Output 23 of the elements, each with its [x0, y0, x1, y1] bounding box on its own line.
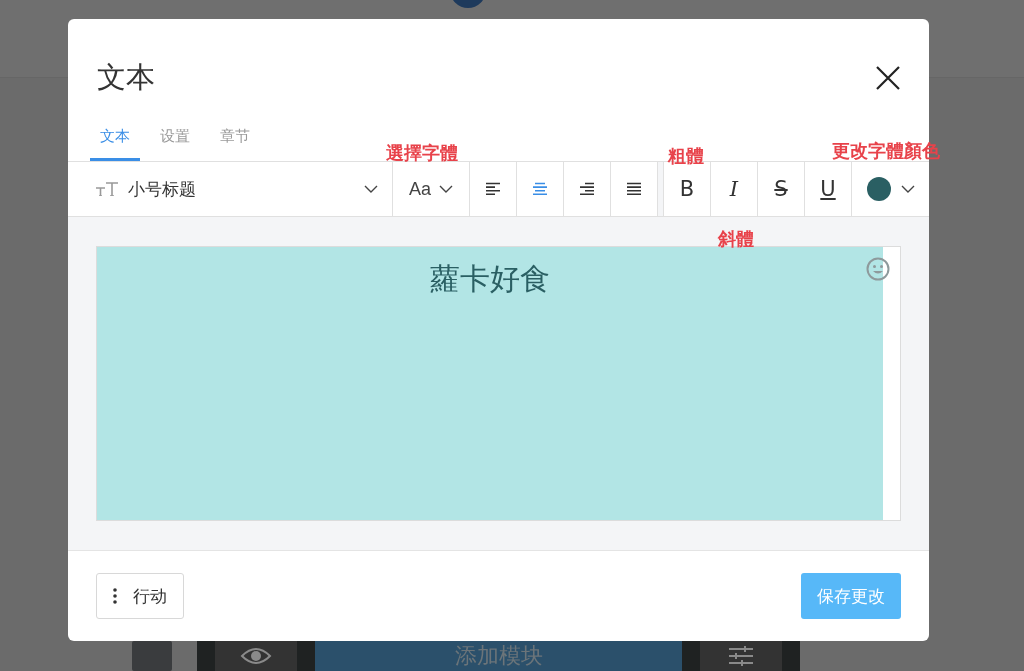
- chevron-down-icon: [900, 185, 915, 193]
- actions-button[interactable]: 行动: [96, 573, 184, 619]
- align-left-icon: [485, 182, 501, 196]
- heading-text: 蘿卡好食: [430, 261, 550, 297]
- align-center-icon: [532, 182, 548, 196]
- align-right-icon: [579, 182, 595, 196]
- preview-button[interactable]: [215, 641, 297, 671]
- annotation-label: 選擇字體: [386, 142, 458, 165]
- more-vertical-icon: [113, 588, 117, 604]
- tab[interactable]: 文本: [90, 123, 140, 161]
- align-justify-icon: [626, 182, 642, 196]
- text-size-icon: [96, 182, 118, 196]
- settings-button[interactable]: [700, 641, 782, 671]
- close-icon: [876, 66, 900, 90]
- chevron-down-icon: [439, 185, 453, 193]
- scrollbar[interactable]: [883, 247, 900, 520]
- close-button[interactable]: [875, 65, 901, 91]
- smiley-icon[interactable]: [866, 257, 890, 281]
- chevron-down-icon: [364, 185, 378, 193]
- dialog-title: 文本: [97, 60, 155, 95]
- sliders-icon: [729, 645, 753, 667]
- thumbnail-block: [132, 641, 172, 671]
- eye-icon: [240, 646, 272, 666]
